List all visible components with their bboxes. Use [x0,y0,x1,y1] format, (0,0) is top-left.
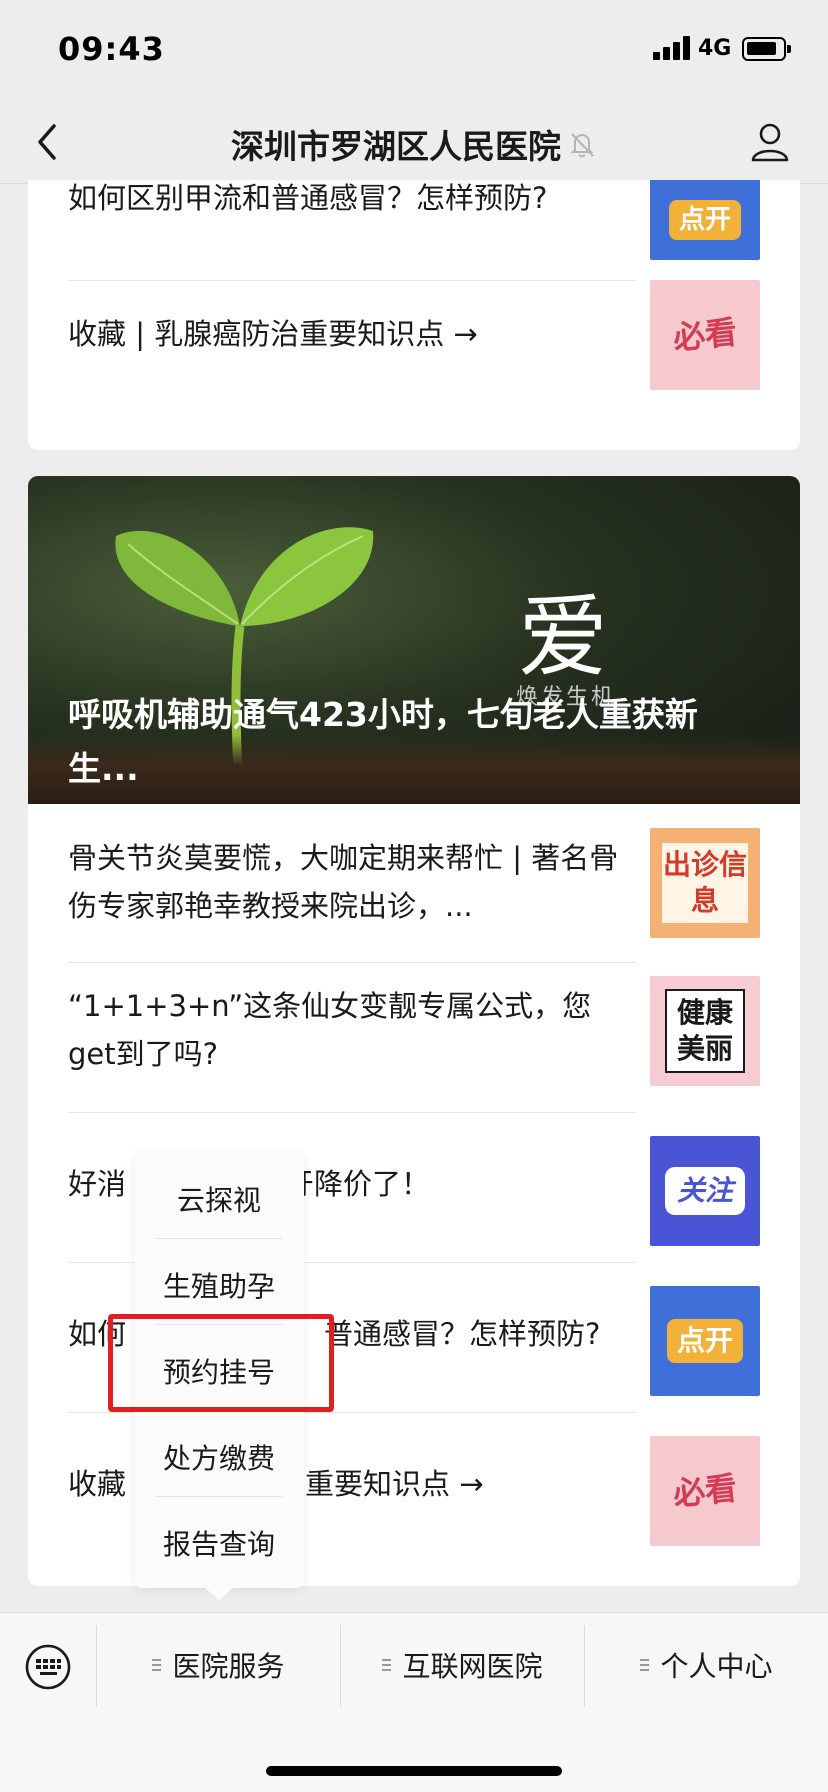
wechat-official-account-page: 09:43 4G 深圳市罗湖区人民医院 如何区别甲流和普通感冒？怎样预防? 点开… [0,0,828,1792]
article-title-end: 治重要知识点 → [276,1467,484,1501]
menu-internet-hospital[interactable]: 互联网医院 [341,1633,584,1697]
article-thumbnail: 健康美丽 [650,976,760,1086]
hero-overlay-text: 爱 [518,585,608,690]
battery-icon [742,37,791,61]
menu-label: 互联网医院 [402,1650,543,1683]
article-title: “1+1+3+n”这条仙女变靓专属公式，您get到了吗? [68,989,592,1071]
submenu-item-cloud-visit[interactable]: 云探视 [156,1156,282,1242]
signal-icon [653,36,691,60]
home-indicator [266,1766,562,1776]
article-title-end: 普通感冒？怎样预防? [324,1317,601,1351]
article-card-top: 如何区别甲流和普通感冒？怎样预防? 点开 收藏 | 乳腺癌防治重要知识点 → 必… [28,180,800,450]
divider [68,1112,636,1113]
status-bar: 09:43 4G [0,0,828,100]
list-item[interactable]: 收藏 | 乳腺癌防治重要知识点 → 必看 [68,280,760,450]
article-thumbnail: 必看 [650,280,760,390]
hero-title: 呼吸机辅助通气423小时，七旬老人重获新生... [68,695,698,788]
bottom-menu-bar: 医院服务 互联网医院 个人中心 [0,1612,828,1792]
person-icon[interactable] [748,120,792,164]
bell-off-icon [570,133,594,158]
menu-label: 个人中心 [660,1650,773,1683]
hero-banner[interactable]: 爱 焕发生机 呼吸机辅助通气423小时，七旬老人重获新生... [28,476,800,804]
menu-lines-icon [152,1658,162,1672]
menu-label: 医院服务 [172,1650,285,1683]
status-time: 09:43 [58,30,165,68]
article-thumbnail: 必看 [650,1436,760,1546]
keyboard-icon[interactable] [24,1643,72,1691]
submenu-item-report-query[interactable]: 报告查询 [156,1500,282,1586]
list-item[interactable]: 骨关节炎莫要慌，大咖定期来帮忙 | 著名骨伤专家郭艳幸教授来院出诊，... 出诊… [68,828,760,938]
article-title: 骨关节炎莫要慌，大咖定期来帮忙 | 著名骨伤专家郭艳幸教授来院出诊，... [68,841,619,923]
article-thumbnail: 出诊信息 [650,828,760,938]
menu-hospital-services[interactable]: 医院服务 [97,1633,340,1697]
menu-lines-icon [640,1658,650,1672]
article-thumbnail: 点开 [650,180,760,260]
highlight-box [108,1314,334,1412]
article-title: 如何区别甲流和普通感冒？怎样预防? [68,181,548,215]
list-item[interactable]: “1+1+3+n”这条仙女变靓专属公式，您get到了吗? 健康美丽 [68,976,760,1086]
list-item[interactable]: 如何区别甲流和普通感冒？怎样预防? 点开 [68,180,760,260]
nav-bar: 深圳市罗湖区人民医院 [0,100,828,184]
network-type: 4G [698,36,732,61]
article-title-start: 收藏 [68,1467,127,1501]
article-thumbnail: 点开 [650,1286,760,1396]
divider [68,962,636,963]
page-title: 深圳市罗湖区人民医院 [231,127,561,166]
menu-personal-center[interactable]: 个人中心 [585,1633,828,1697]
article-title-start: 好消 [68,1167,127,1201]
submenu-item-prescription-payment[interactable]: 处方缴费 [156,1414,282,1500]
menu-lines-icon [382,1658,392,1672]
article-thumbnail: 关注 [650,1136,760,1246]
article-title: 收藏 | 乳腺癌防治重要知识点 → [68,317,478,351]
